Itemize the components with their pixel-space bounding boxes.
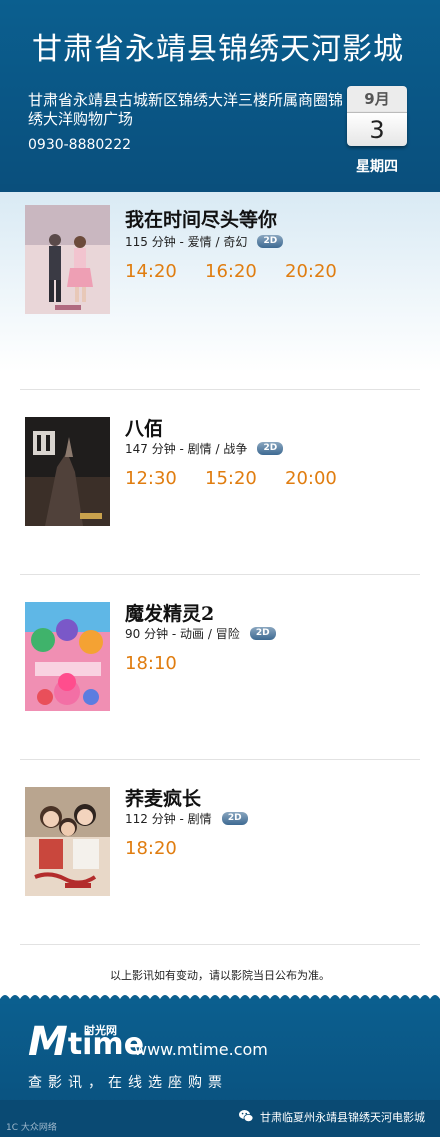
- movie-item[interactable]: 荞麦疯长 112 分钟 - 剧情 2D 18:20: [20, 760, 420, 945]
- mtime-logo-m: M: [28, 1019, 68, 1065]
- showtimes: 14:20 16:20 20:20: [125, 261, 365, 282]
- movie-item[interactable]: 魔发精灵2 90 分钟 - 动画 / 冒险 2D 18:10: [20, 575, 420, 760]
- movie-title[interactable]: 我在时间尽头等你: [125, 205, 277, 232]
- movie-meta: 112 分钟 - 剧情 2D: [125, 810, 248, 827]
- calendar-day: 3: [347, 112, 407, 146]
- cinema-name: 甘肃省永靖县锦绣天河影城: [32, 32, 404, 67]
- wechat-icon: [239, 1110, 254, 1122]
- showtime[interactable]: 12:30: [125, 468, 205, 489]
- showtime[interactable]: 15:20: [205, 468, 285, 489]
- movie-meta: 147 分钟 - 剧情 / 战争 2D: [125, 440, 284, 457]
- showtime[interactable]: 20:20: [285, 261, 365, 282]
- mtime-site-link[interactable]: www.mtime.com: [134, 1040, 268, 1059]
- movie-meta: 90 分钟 - 动画 / 冒险 2D: [125, 625, 276, 642]
- wechat-account-name[interactable]: 甘肃临夏州永靖县锦绣天河电影城: [260, 1109, 425, 1125]
- format-2d-badge: 2D: [257, 442, 284, 455]
- movie-title[interactable]: 荞麦疯长: [125, 784, 201, 811]
- footer-bar: 1C 大众网络 甘肃临夏州永靖县锦绣天河电影城: [0, 1100, 440, 1137]
- showtimes: 12:30 15:20 20:00: [125, 468, 365, 489]
- showtimes: 18:10: [125, 653, 205, 674]
- movie-item[interactable]: 八佰 147 分钟 - 剧情 / 战争 2D 12:30 15:20 20:00: [20, 390, 420, 575]
- movie-duration-genre: 112 分钟 - 剧情: [125, 812, 212, 826]
- movie-poster[interactable]: [25, 787, 110, 896]
- movie-item[interactable]: 我在时间尽头等你 115 分钟 - 爱情 / 奇幻 2D 14:20 16:20…: [20, 205, 420, 390]
- showtime[interactable]: 16:20: [205, 261, 285, 282]
- showtime[interactable]: 14:20: [125, 261, 205, 282]
- corner-watermark: 1C 大众网络: [6, 1123, 57, 1133]
- movie-duration-genre: 147 分钟 - 剧情 / 战争: [125, 442, 248, 456]
- cinema-phone[interactable]: 0930-8880222: [28, 137, 131, 153]
- movie-duration-genre: 115 分钟 - 爱情 / 奇幻: [125, 235, 248, 249]
- showtime[interactable]: 18:10: [125, 653, 205, 674]
- movie-title[interactable]: 魔发精灵2: [125, 599, 214, 626]
- footer-slogan: 查影讯，在线选座购票: [28, 1075, 228, 1091]
- movie-duration-genre: 90 分钟 - 动画 / 冒险: [125, 627, 240, 641]
- cinema-address: 甘肃省永靖县古城新区锦绣大洋三楼所属商圈锦绣大洋购物广场: [28, 91, 344, 128]
- calendar-month: 9月: [347, 86, 407, 112]
- format-2d-badge: 2D: [257, 235, 284, 248]
- mtime-logo-cn: 时光网: [84, 1024, 117, 1037]
- calendar-weekday: 星期四: [356, 159, 398, 175]
- format-2d-badge: 2D: [249, 627, 276, 640]
- showtime[interactable]: 18:20: [125, 838, 205, 859]
- cinema-header: 甘肃省永靖县锦绣天河影城 甘肃省永靖县古城新区锦绣大洋三楼所属商圈锦绣大洋购物广…: [0, 0, 440, 192]
- showtime[interactable]: 20:00: [285, 468, 365, 489]
- movie-meta: 115 分钟 - 爱情 / 奇幻 2D: [125, 233, 284, 250]
- footer-scallop-edge: [0, 995, 440, 1004]
- date-calendar: 9月 3: [347, 86, 407, 146]
- movie-poster[interactable]: [25, 602, 110, 711]
- footer: M time 时光网 www.mtime.com 查影讯，在线选座购票 1C 大…: [0, 995, 440, 1137]
- movie-poster[interactable]: [25, 417, 110, 526]
- movie-poster[interactable]: [25, 205, 110, 314]
- movie-title[interactable]: 八佰: [125, 414, 163, 441]
- showtimes: 18:20: [125, 838, 205, 859]
- schedule-notice: 以上影讯如有变动，请以影院当日公布为准。: [110, 969, 330, 982]
- format-2d-badge: 2D: [221, 812, 248, 825]
